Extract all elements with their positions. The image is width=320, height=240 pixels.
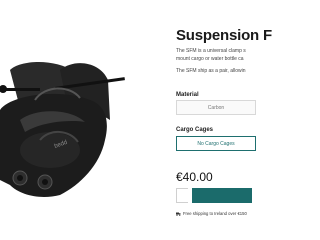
shipping-note-text: Free shipping to Ireland over €150 <box>183 211 247 216</box>
product-description-line: mount cargo or water bottle ca <box>176 56 244 62</box>
material-select-value: Carbon <box>207 104 225 111</box>
material-select[interactable]: Carbon <box>176 100 256 115</box>
suspension-fork-mount-illustration: bedd <box>0 62 125 197</box>
quantity-input[interactable] <box>176 188 188 203</box>
product-description-line: The SFM is a universal clamp s <box>176 48 246 54</box>
product-price: €40.00 <box>176 170 213 184</box>
truck-icon <box>176 212 181 216</box>
material-label: Material <box>176 92 199 98</box>
shipping-note: Free shipping to Ireland over €150 <box>176 211 247 216</box>
cargo-cages-label: Cargo Cages <box>176 127 214 133</box>
product-image: bedd <box>0 0 170 240</box>
cargo-cages-option[interactable]: No Cargo Cages <box>176 136 256 151</box>
add-to-cart-button[interactable] <box>192 188 252 203</box>
cargo-cages-option-value: No Cargo Cages <box>197 140 235 147</box>
product-title: Suspension F <box>176 27 272 44</box>
product-description-line: The SFM ship as a pair, allowin <box>176 68 246 74</box>
